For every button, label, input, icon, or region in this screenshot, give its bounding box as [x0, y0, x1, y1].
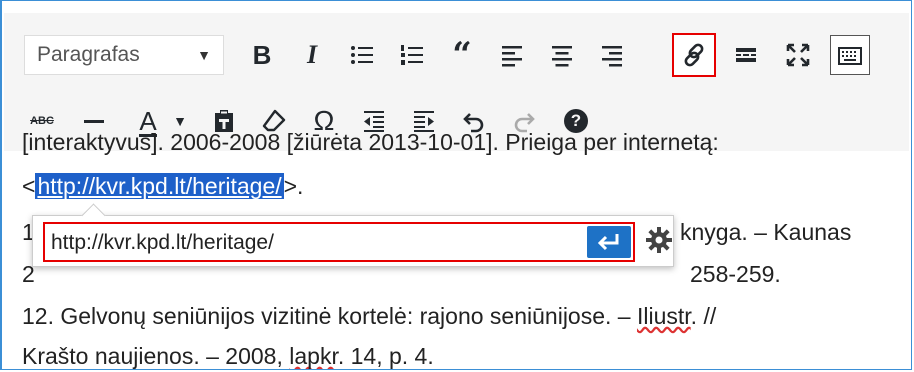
- align-right-icon: [602, 45, 622, 67]
- align-left-icon: [502, 45, 522, 67]
- toolbar-toggle-button[interactable]: [830, 35, 870, 75]
- line-11-end: knyga. – Kaunas: [680, 219, 852, 245]
- bulleted-list-icon: [351, 45, 373, 64]
- read-more-button[interactable]: [726, 35, 766, 75]
- chevron-down-icon: ▼: [173, 113, 187, 129]
- toolbar-row-1: Paragrafas ▼ B I “: [4, 25, 909, 85]
- enter-icon: [597, 234, 619, 251]
- link-line: <http://kvr.kpd.lt/heritage/>.: [22, 173, 303, 200]
- format-select[interactable]: Paragrafas ▼: [24, 35, 224, 75]
- link-suffix: >.: [283, 173, 304, 199]
- align-right-button[interactable]: [592, 35, 632, 75]
- bulleted-list-button[interactable]: [342, 35, 382, 75]
- misspelled-word: lapkr: [289, 343, 338, 369]
- link-icon: [684, 43, 704, 67]
- numbered-list-button[interactable]: [392, 35, 432, 75]
- insert-link-button[interactable]: [672, 33, 716, 77]
- selected-link[interactable]: http://kvr.kpd.lt/heritage/: [35, 173, 284, 199]
- editor-frame: Paragrafas ▼ B I “ ABC A ▼ Ω ? [interakt…: [0, 0, 912, 370]
- read-more-icon: [736, 47, 756, 62]
- align-center-icon: [552, 45, 572, 67]
- misspelled-word: Iliustr: [636, 303, 691, 329]
- bold-icon: B: [252, 40, 272, 70]
- entry-13: Krašto naujienos. – 2008, lapkr. 14, p. …: [22, 343, 434, 369]
- entry-13-text: Krašto naujienos. – 2008,: [22, 343, 290, 369]
- entry-12-text: 12. Gelvonų seniūnijos vizitinė kortelė:…: [22, 303, 637, 329]
- chevron-down-icon: ▼: [197, 47, 211, 63]
- entry-13-tail: . 14, p. 4.: [337, 343, 434, 369]
- link-prefix: <: [22, 173, 36, 199]
- fullscreen-icon: [786, 43, 810, 67]
- keyboard-icon: [838, 46, 862, 65]
- format-select-value: Paragrafas: [37, 43, 140, 66]
- fullscreen-button[interactable]: [778, 35, 818, 75]
- blockquote-icon: “: [452, 35, 472, 75]
- entry-12-tail: . //: [690, 303, 717, 329]
- italic-icon: I: [306, 40, 318, 69]
- url-field-wrapper: [43, 222, 635, 262]
- italic-button[interactable]: I: [292, 35, 332, 75]
- link-popup: [32, 203, 674, 267]
- apply-link-button[interactable]: [587, 226, 631, 258]
- strikethrough-icon: ABC: [30, 115, 54, 127]
- line-next-end: 258-259.: [690, 261, 781, 287]
- align-center-button[interactable]: [542, 35, 582, 75]
- align-left-button[interactable]: [492, 35, 532, 75]
- gear-icon[interactable]: [645, 226, 673, 254]
- numbered-list-icon: [401, 44, 423, 65]
- blockquote-button[interactable]: “: [442, 35, 482, 75]
- bold-button[interactable]: B: [242, 35, 282, 75]
- url-input[interactable]: [49, 227, 583, 259]
- partial-text-line: [interaktyvus]. 2006-2008 [žiūrėta 2013-…: [22, 129, 719, 155]
- entry-12: 12. Gelvonų seniūnijos vizitinė kortelė:…: [22, 303, 716, 330]
